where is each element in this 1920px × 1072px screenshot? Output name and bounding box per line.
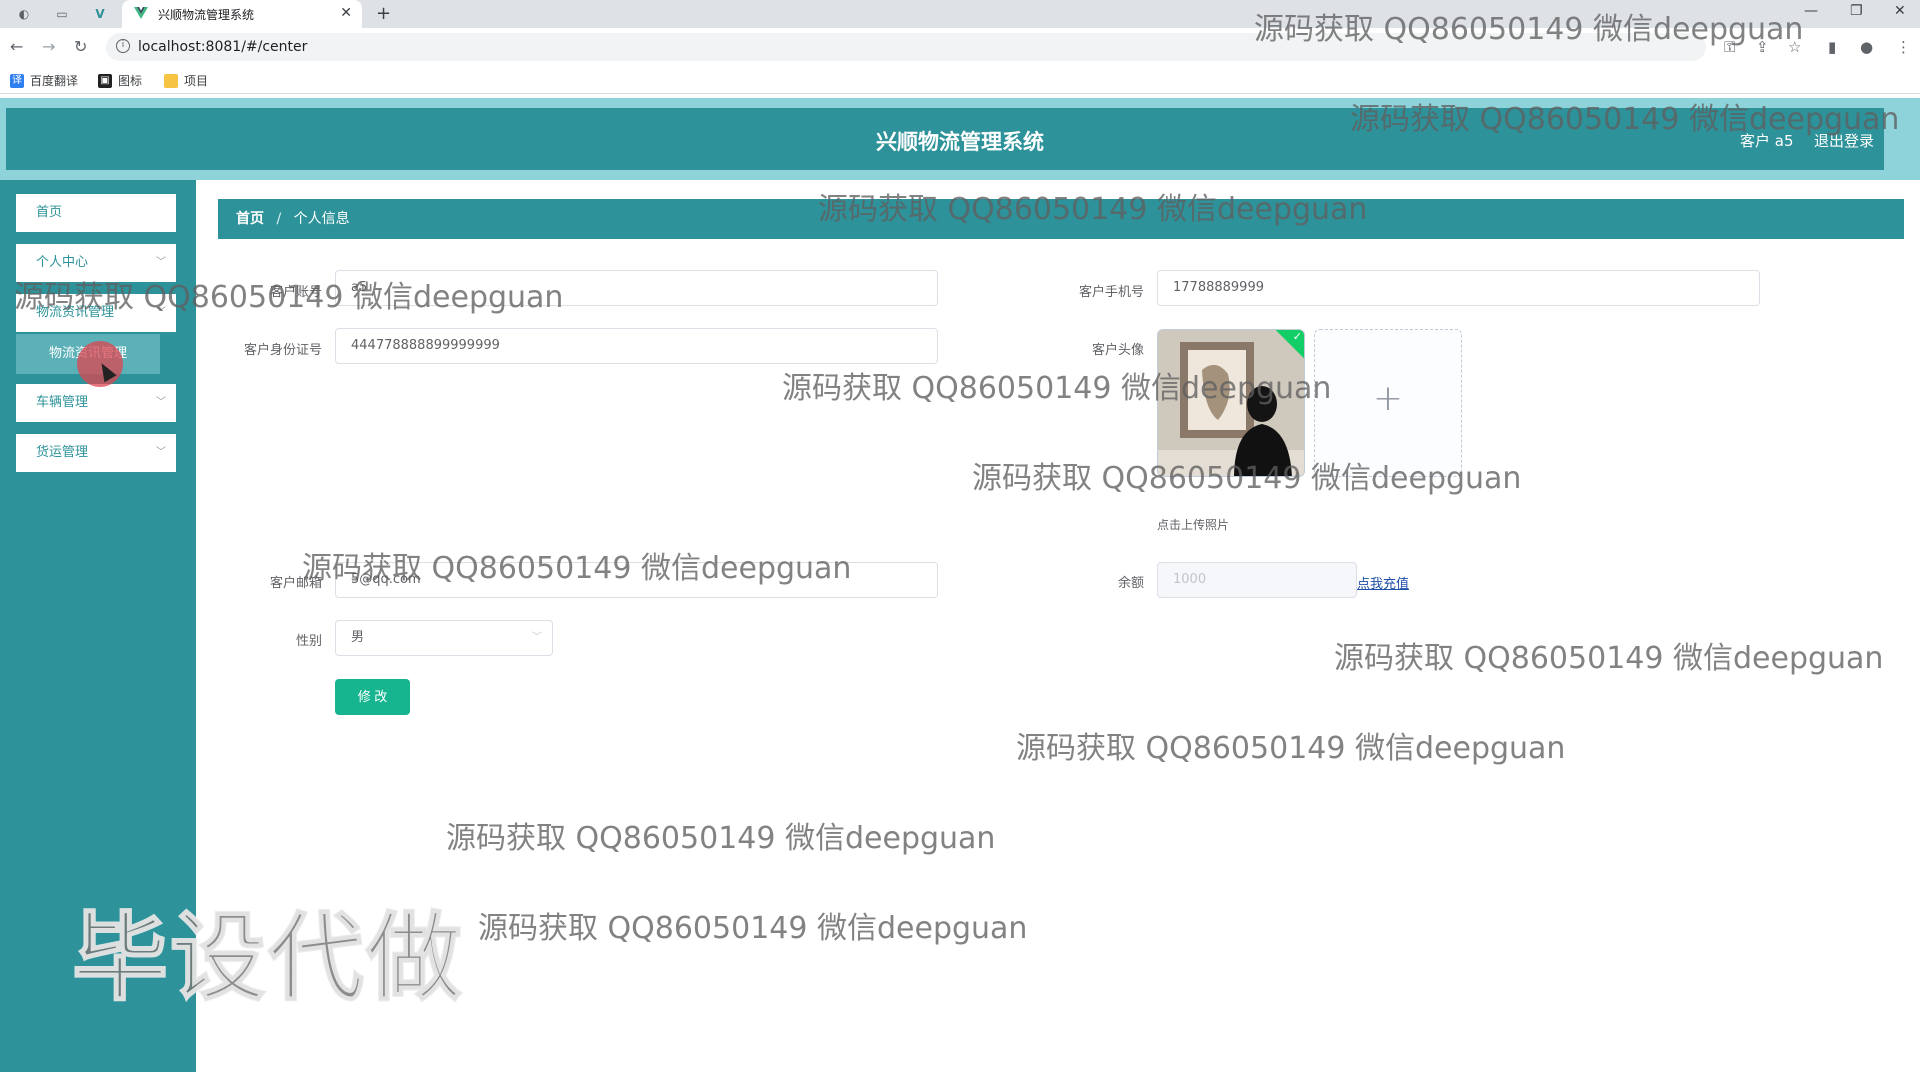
folder-icon (164, 73, 178, 88)
url-text[interactable]: localhost:8081/#/center (138, 39, 307, 55)
bookmarks-bar: 译 百度翻译 ▣ 图标 项目 (0, 66, 1920, 94)
translate-icon: 译 (10, 73, 24, 88)
menu-icon[interactable]: ⋮ (1896, 38, 1911, 56)
vue-logo-icon[interactable]: V (92, 6, 108, 22)
minimize-icon[interactable]: — (1804, 3, 1818, 19)
sidebar-item-freight[interactable]: 货运管理 ﹀ (16, 434, 176, 472)
gender-selected-value: 男 (351, 630, 365, 645)
window-close-icon[interactable]: ✕ (1894, 3, 1906, 19)
sidebar-item-home[interactable]: 首页 (16, 194, 176, 232)
avatar-label: 客户头像 (1091, 343, 1144, 358)
close-icon[interactable]: ✕ (340, 5, 352, 21)
browser-tab-icon[interactable]: ▭ (54, 6, 70, 22)
chevron-down-icon: ﹀ (156, 447, 166, 458)
watermark-big-text: 毕设代做 (71, 901, 464, 1015)
new-tab-button[interactable]: + (376, 3, 391, 24)
browser-tab-icon[interactable]: ◐ (16, 6, 32, 22)
browser-tab-title: 兴顺物流管理系统 (158, 8, 255, 22)
watermark-text: 源码获取 QQ86050149 微信deepguan (1254, 12, 1804, 47)
chevron-down-icon: ﹀ (532, 632, 542, 643)
idcard-label: 客户身份证号 (243, 343, 322, 358)
watermark-text: 源码获取 QQ86050149 微信deepguan (972, 461, 1522, 496)
phone-label: 客户手机号 (1078, 285, 1144, 300)
restore-icon[interactable]: ❐ (1850, 3, 1863, 19)
reload-icon[interactable]: ↻ (74, 37, 87, 56)
sidebar-item-label: 车辆管理 (36, 395, 89, 410)
phone-input[interactable]: 17788889999 (1157, 270, 1760, 306)
bookmark-baidu-translate[interactable]: 译 百度翻译 (10, 72, 78, 89)
watermark-text: 源码获取 QQ86050149 微信deepguan (1350, 102, 1900, 137)
gender-select[interactable]: 男 ﹀ (335, 620, 553, 656)
plus-icon: + (1372, 378, 1404, 419)
forward-icon[interactable]: → (42, 37, 55, 56)
watermark-text: 源码获取 QQ86050149 微信deepguan (1016, 731, 1566, 766)
breadcrumb-separator: / (276, 211, 282, 227)
upload-tip: 点击上传照片 (1157, 518, 1230, 532)
balance-input: 1000 (1157, 562, 1357, 598)
sidebar-item-vehicles[interactable]: 车辆管理 ﹀ (16, 384, 176, 422)
breadcrumb-current: 个人信息 (293, 211, 350, 227)
info-icon[interactable]: i (116, 39, 130, 53)
bookmark-icons[interactable]: ▣ 图标 (98, 72, 142, 89)
watermark-text: 源码获取 QQ86050149 微信deepguan (818, 192, 1368, 227)
profile-icon[interactable]: ● (1860, 38, 1873, 56)
watermark-text: 源码获取 QQ86050149 微信deepguan (478, 911, 1028, 946)
edit-button[interactable]: 修 改 (335, 679, 410, 715)
bookmark-label: 图标 (118, 74, 143, 88)
idcard-input[interactable]: 444778888899999999 (335, 328, 938, 364)
back-icon[interactable]: ← (10, 37, 23, 56)
recharge-link[interactable]: 点我充值 (1357, 573, 1409, 592)
balance-label: 余额 (1117, 576, 1144, 591)
bookmark-project[interactable]: 项目 (164, 72, 208, 89)
check-icon: ✓ (1292, 330, 1302, 343)
watermark-text: 源码获取 QQ86050149 微信deepguan (782, 371, 1332, 406)
sidepanel-icon[interactable]: ▮ (1828, 38, 1836, 56)
breadcrumb-home[interactable]: 首页 (236, 211, 264, 227)
watermark-text: 源码获取 QQ86050149 微信deepguan (302, 551, 852, 586)
bookmark-label: 百度翻译 (30, 74, 79, 88)
sidebar-item-label: 货运管理 (36, 445, 89, 460)
watermark-text: 源码获取 QQ86050149 微信deepguan (1334, 641, 1884, 676)
watermark-text: 源码获取 QQ86050149 微信deepguan (14, 280, 564, 315)
watermark-text: 源码获取 QQ86050149 微信deepguan (446, 821, 996, 856)
sidebar-item-label: 首页 (36, 205, 63, 220)
chevron-down-icon: ﹀ (156, 397, 166, 408)
bookmark-label: 项目 (184, 74, 209, 88)
icon-site-icon: ▣ (98, 73, 112, 88)
gender-label: 性别 (295, 634, 322, 649)
vue-logo-icon (134, 7, 148, 19)
browser-tab-active[interactable]: 兴顺物流管理系统 ✕ (122, 0, 362, 28)
sidebar-item-label: 个人中心 (36, 255, 89, 270)
